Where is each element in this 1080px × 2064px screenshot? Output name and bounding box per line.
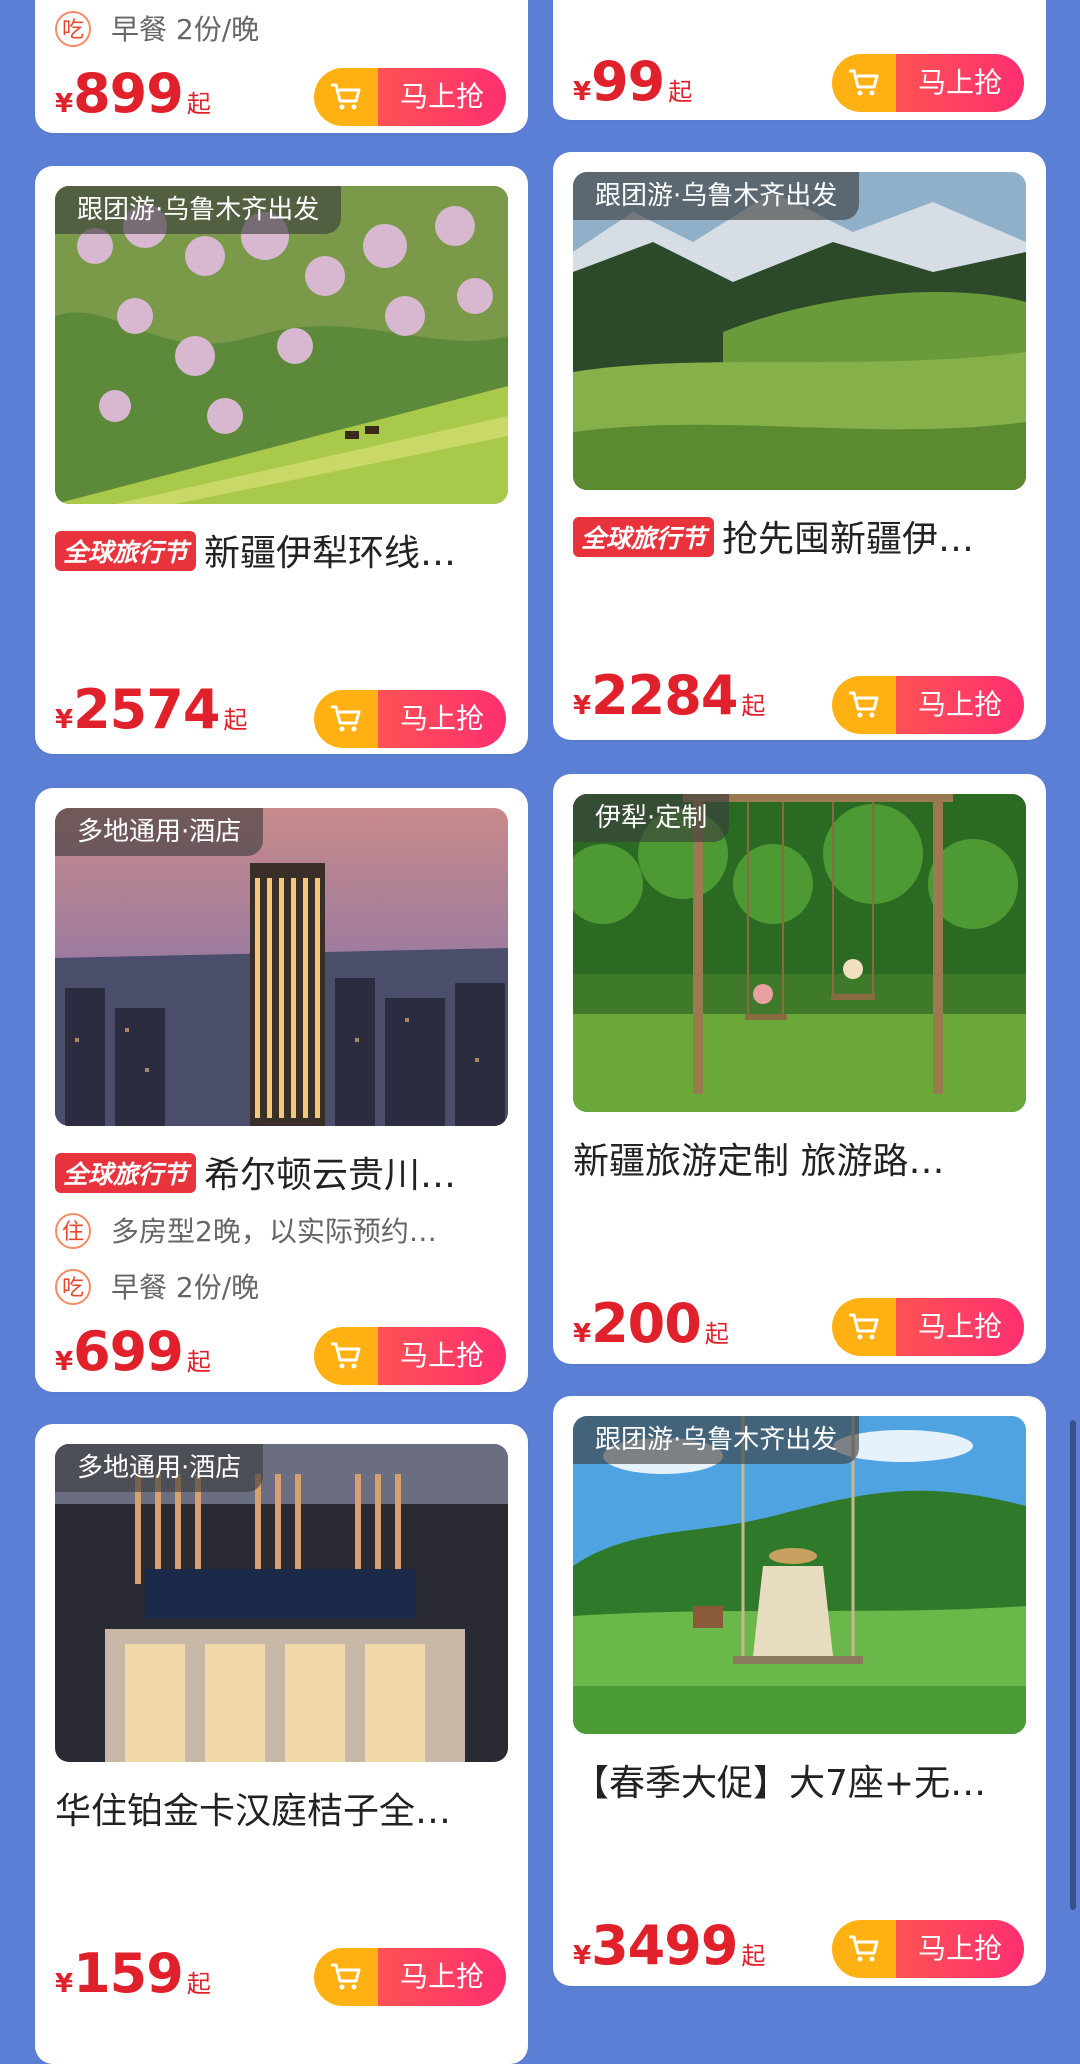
product-title: 【春季大促】大7座+无…	[573, 1763, 987, 1804]
buy-button[interactable]: 马上抢	[314, 690, 506, 748]
product-image: 多地通用·酒店	[55, 808, 508, 1126]
meal-icon: 吃	[55, 1269, 91, 1305]
cart-icon	[314, 1948, 378, 2006]
category-tag: 多地通用·酒店	[55, 1444, 264, 1492]
meal-info: 吃早餐 2份/晚	[55, 8, 508, 52]
product-card[interactable]: 多地通用·酒店 华住铂金卡汉庭桔子全… ¥159 起 马上抢	[35, 1424, 528, 2064]
product-title: 全球旅行节 新疆伊犁环线…	[55, 524, 508, 576]
stay-icon: 住	[55, 1213, 91, 1249]
product-card[interactable]: 伊犁·定制 新疆旅游定制 旅游路… ¥200 起 马上抢	[553, 774, 1046, 1364]
price: ¥2284 起	[573, 664, 766, 727]
product-card[interactable]: 跟团游·乌鲁木齐出发 【春季大促】大7座+无… ¥3499 起 马上抢	[553, 1396, 1046, 1986]
cart-icon	[832, 676, 896, 734]
cart-icon	[832, 1298, 896, 1356]
product-image: 跟团游·乌鲁木齐出发	[55, 186, 508, 504]
product-image: 伊犁·定制	[573, 794, 1026, 1112]
price: ¥2574 起	[55, 678, 248, 741]
price: ¥159 起	[55, 1942, 211, 2005]
cart-icon	[314, 690, 378, 748]
product-card-top-left[interactable]: 吃早餐 2份/晚 ¥899 起 马上抢	[35, 0, 528, 133]
price: ¥699 起	[55, 1320, 211, 1383]
product-card[interactable]: 跟团游·乌鲁木齐出发 全球旅行节 新疆伊犁环线… ¥2574 起 马上抢	[35, 166, 528, 754]
product-title: 全球旅行节 抢先囤新疆伊…	[573, 510, 1026, 562]
price: ¥899 起	[55, 62, 211, 125]
festival-badge: 全球旅行节	[55, 531, 197, 571]
product-card[interactable]: 跟团游·乌鲁木齐出发 全球旅行节 抢先囤新疆伊… ¥2284 起 马上抢	[553, 152, 1046, 740]
scrollbar[interactable]	[1070, 1420, 1076, 1910]
price: ¥200 起	[573, 1292, 729, 1355]
cart-icon	[832, 54, 896, 112]
buy-button[interactable]: 马上抢	[832, 1298, 1024, 1356]
product-card[interactable]: 多地通用·酒店 全球旅行节 希尔顿云贵川… 住多房型2晚，以实际预约… 吃早餐 2…	[35, 788, 528, 1392]
category-tag: 跟团游·乌鲁木齐出发	[573, 172, 860, 220]
buy-button[interactable]: 马上抢	[314, 1948, 506, 2006]
cart-icon	[832, 1920, 896, 1978]
meal-icon: 吃	[55, 11, 91, 47]
buy-button[interactable]: 马上抢	[832, 1920, 1024, 1978]
category-tag: 多地通用·酒店	[55, 808, 264, 856]
product-card-top-right[interactable]: ¥99 起 马上抢	[553, 0, 1046, 120]
category-tag: 伊犁·定制	[573, 794, 730, 842]
buy-button[interactable]: 马上抢	[314, 68, 506, 126]
product-image: 多地通用·酒店	[55, 1444, 508, 1762]
price: ¥99 起	[573, 50, 693, 113]
category-tag: 跟团游·乌鲁木齐出发	[573, 1416, 860, 1464]
buy-button[interactable]: 马上抢	[832, 676, 1024, 734]
cart-icon	[314, 68, 378, 126]
product-title: 全球旅行节 希尔顿云贵川…	[55, 1146, 508, 1198]
meal-info: 吃早餐 2份/晚	[55, 1266, 508, 1310]
product-image: 跟团游·乌鲁木齐出发	[573, 1416, 1026, 1734]
buy-button[interactable]: 马上抢	[314, 1327, 506, 1385]
product-title: 华住铂金卡汉庭桔子全…	[55, 1791, 452, 1832]
festival-badge: 全球旅行节	[573, 517, 715, 557]
cart-icon	[314, 1327, 378, 1385]
product-image: 跟团游·乌鲁木齐出发	[573, 172, 1026, 490]
product-title: 新疆旅游定制 旅游路…	[573, 1141, 945, 1182]
category-tag: 跟团游·乌鲁木齐出发	[55, 186, 342, 234]
room-info: 住多房型2晚，以实际预约…	[55, 1210, 508, 1254]
festival-badge: 全球旅行节	[55, 1153, 197, 1193]
buy-button[interactable]: 马上抢	[832, 54, 1024, 112]
price: ¥3499 起	[573, 1914, 766, 1977]
